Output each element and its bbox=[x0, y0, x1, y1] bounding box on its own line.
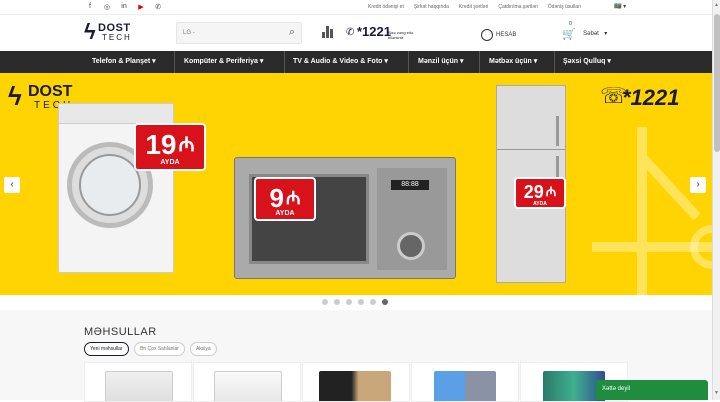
account-label: HESAB bbox=[496, 31, 517, 38]
user-icon bbox=[481, 28, 493, 41]
product-image-smartphone bbox=[434, 371, 496, 401]
hero-phone-number: *1221 bbox=[622, 85, 680, 110]
search-input[interactable]: LG - ⌕ bbox=[176, 22, 302, 44]
hero-logo-top: DOST bbox=[28, 83, 73, 100]
cart-icon: 🛒 bbox=[562, 28, 576, 41]
hero-slider[interactable]: ϟ DOST TECH ☏ *1221 19 ₼ AYDA 88:88 9 ₼ AY… bbox=[0, 73, 712, 295]
tab-sale[interactable]: Aksiya bbox=[189, 342, 217, 356]
instagram-icon[interactable]: ◎ bbox=[103, 3, 111, 11]
nav-item-phones[interactable]: Telefon & Planşet ▾ bbox=[92, 51, 156, 73]
microwave-display: 88:88 bbox=[391, 180, 429, 190]
nav-divider bbox=[479, 51, 480, 73]
link-about[interactable]: Şirkət haqqında bbox=[414, 4, 449, 10]
nav-divider bbox=[284, 51, 285, 73]
brand-shape-decoration bbox=[592, 127, 712, 295]
product-card[interactable] bbox=[193, 362, 301, 402]
phone-contact[interactable]: ✆ *1221 Bizə zəng edə bilərsiniz bbox=[346, 24, 446, 45]
top-links: Kredit ödənişi et Şirkət haqqında Kredit… bbox=[368, 4, 581, 10]
search-icon[interactable]: ⌕ bbox=[289, 26, 295, 39]
tab-best-sellers[interactable]: Ən Çox Satılanlar bbox=[133, 342, 185, 356]
nav-item-personal-care[interactable]: Şəxsi Qulluq ▾ bbox=[563, 51, 611, 73]
main-nav: Telefon & Planşet ▾ Kompüter & Periferiy… bbox=[0, 51, 712, 73]
slider-dot[interactable] bbox=[322, 299, 328, 305]
slider-dot[interactable] bbox=[358, 299, 364, 305]
chat-label: Xəttə deyil bbox=[602, 386, 631, 392]
slider-dot[interactable] bbox=[334, 299, 340, 305]
slider-dot[interactable] bbox=[346, 299, 352, 305]
language-flag-icon[interactable]: 🇦🇿 ▾ bbox=[614, 3, 626, 10]
whatsapp-icon[interactable]: ✆ bbox=[154, 3, 162, 11]
tab-new-products[interactable]: Yeni məhsullar bbox=[84, 342, 129, 356]
nav-item-computers[interactable]: Kompüter & Periferiya ▾ bbox=[184, 51, 263, 73]
products-title: MƏHSULLAR bbox=[84, 326, 157, 338]
phone-subtext: Bizə zəng edə bilərsiniz bbox=[388, 30, 414, 40]
link-delivery-terms[interactable]: Çatdırılma şərtləri bbox=[498, 4, 537, 10]
link-credit-terms[interactable]: Kredit şərtləri bbox=[459, 4, 488, 10]
account-button[interactable]: HESAB bbox=[481, 26, 516, 44]
product-card[interactable] bbox=[84, 362, 192, 402]
installment-tag-fridge: 29 ₼ AYDA bbox=[514, 177, 566, 209]
youtube-icon[interactable]: ▶ bbox=[137, 3, 145, 11]
slider-dot-active[interactable] bbox=[382, 299, 388, 305]
product-cards bbox=[84, 362, 628, 402]
nav-item-home[interactable]: Mənzil üçün ▾ bbox=[418, 51, 464, 73]
chat-widget[interactable]: Xəttə deyil bbox=[596, 380, 708, 400]
header: ϟ DOST TECH LG - ⌕ ✆ *1221 Bizə zəng edə… bbox=[0, 15, 712, 51]
top-bar: f ◎ in ▶ ✆ Kredit ödənişi et Şirkət haqq… bbox=[0, 0, 712, 15]
nav-item-tv-audio[interactable]: TV & Audio & Video & Foto ▾ bbox=[293, 51, 388, 73]
search-placeholder: LG - bbox=[183, 30, 195, 36]
cart-count: 0 bbox=[569, 21, 572, 27]
nav-item-kitchen[interactable]: Mətbəx üçün ▾ bbox=[489, 51, 537, 73]
phone-icon: ✆ bbox=[346, 27, 355, 38]
slider-next-button[interactable]: › bbox=[690, 177, 706, 193]
logo-text-bottom: TECH bbox=[102, 33, 132, 42]
nav-divider bbox=[554, 51, 555, 73]
nav-divider bbox=[408, 51, 409, 73]
nav-divider bbox=[174, 51, 175, 73]
installment-tag-microwave: 9 ₼ AYDA bbox=[254, 177, 316, 221]
product-image-smartphone bbox=[319, 371, 391, 401]
slider-dot[interactable] bbox=[370, 299, 376, 305]
product-image-dishwasher bbox=[105, 371, 173, 401]
product-image-dishwasher bbox=[214, 371, 282, 401]
slider-prev-button[interactable]: ‹ bbox=[4, 177, 20, 193]
social-links: f ◎ in ▶ ✆ bbox=[86, 3, 162, 11]
bolt-icon: ϟ bbox=[84, 19, 96, 44]
hero-phone: ☏ *1221 bbox=[600, 83, 708, 113]
facebook-icon[interactable]: f bbox=[86, 3, 94, 11]
site-logo[interactable]: ϟ DOST TECH bbox=[84, 20, 154, 46]
cart-button[interactable]: 🛒 0 Səbət ▾ bbox=[562, 21, 608, 43]
chevron-down-icon: ▾ bbox=[604, 31, 608, 38]
link-credit-payment[interactable]: Kredit ödənişi et bbox=[368, 4, 404, 10]
bolt-icon: ϟ bbox=[8, 81, 22, 111]
product-card[interactable] bbox=[302, 362, 410, 402]
products-tabs: Yeni məhsullar Ən Çox Satılanlar Aksiya bbox=[84, 342, 217, 356]
phone-number: *1221 bbox=[357, 24, 391, 39]
linkedin-icon[interactable]: in bbox=[120, 3, 128, 11]
scrollbar-thumb[interactable] bbox=[714, 14, 720, 152]
scroll-up-icon[interactable]: ▲ bbox=[714, 2, 719, 8]
page-scrollbar[interactable]: ▲ ▼ bbox=[712, 0, 720, 400]
link-payment-methods[interactable]: Ödəniş üsulları bbox=[548, 4, 581, 10]
installment-tag-washer: 19 ₼ AYDA bbox=[134, 123, 206, 171]
product-card[interactable] bbox=[411, 362, 519, 402]
cart-label: Səbət bbox=[583, 30, 599, 37]
compare-icon[interactable] bbox=[322, 26, 334, 38]
scroll-down-icon[interactable]: ▼ bbox=[714, 390, 719, 396]
slider-dots bbox=[322, 299, 388, 305]
